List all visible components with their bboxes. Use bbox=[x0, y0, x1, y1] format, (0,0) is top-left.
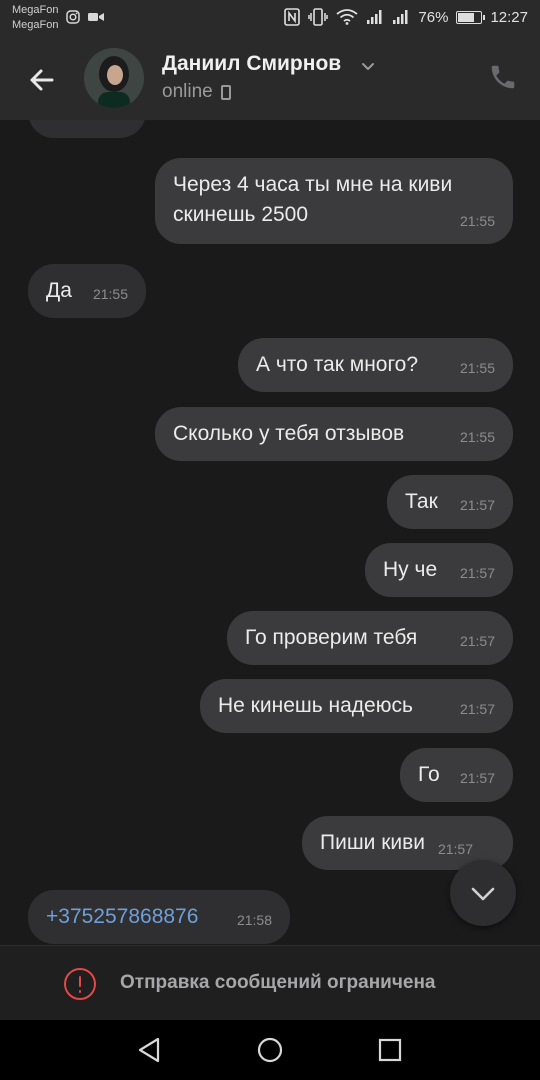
avatar[interactable] bbox=[84, 48, 144, 108]
battery-percent: 76% bbox=[418, 8, 449, 26]
carrier-label-2: MegaFon bbox=[12, 19, 59, 31]
message-bubble-incoming[interactable]: 21:54 bbox=[28, 120, 146, 138]
system-navigation-bar bbox=[0, 1020, 540, 1080]
phone-icon bbox=[491, 65, 515, 89]
message-text: Сколько у тебя отзывов bbox=[173, 422, 405, 445]
status-text: online bbox=[162, 81, 213, 102]
contact-status: online bbox=[162, 81, 231, 103]
message-time: 21:57 bbox=[459, 565, 495, 581]
message-time: 21:54 bbox=[93, 120, 128, 130]
messaging-restricted-bar: Отправка сообщений ограничена bbox=[0, 945, 540, 1020]
message-bubble-outgoing[interactable]: Так 21:57 bbox=[387, 475, 513, 529]
call-button[interactable] bbox=[488, 62, 518, 92]
message-time: 21:57 bbox=[459, 701, 495, 717]
mobile-device-icon bbox=[220, 84, 231, 100]
signal-icon bbox=[393, 10, 408, 24]
message-bubble-incoming[interactable]: +375257868876 21:58 bbox=[28, 890, 290, 944]
battery-icon bbox=[456, 10, 486, 24]
status-bar: MegaFon MegaFon 76% 12:27 bbox=[0, 0, 540, 38]
nav-back-icon[interactable] bbox=[134, 1034, 166, 1066]
carrier-label-1: MegaFon bbox=[12, 4, 59, 16]
message-text: Пиши киви bbox=[320, 831, 426, 854]
back-arrow-icon bbox=[30, 69, 54, 91]
message-time: 21:57 bbox=[459, 633, 495, 649]
phone-number-link[interactable]: +375257868876 bbox=[46, 905, 198, 928]
warning-icon bbox=[64, 968, 96, 1000]
message-text: Так bbox=[405, 490, 438, 513]
message-bubble-outgoing[interactable]: Не кинешь надеюсь 21:57 bbox=[200, 679, 513, 733]
message-list[interactable]: 21:54 Через 4 часа ты мне на киви скинеш… bbox=[0, 120, 540, 945]
message-bubble-outgoing[interactable]: Го проверим тебя 21:57 bbox=[227, 611, 513, 665]
message-text: Через 4 часа ты мне на киви скинешь 2500 bbox=[173, 173, 453, 226]
wifi-icon bbox=[336, 9, 358, 25]
message-time: 21:57 bbox=[459, 497, 495, 513]
nav-home-icon[interactable] bbox=[254, 1034, 286, 1066]
message-text: Ну че bbox=[383, 558, 438, 581]
message-time: 21:57 bbox=[459, 770, 495, 786]
chevron-down-icon bbox=[471, 887, 495, 901]
signal-icon bbox=[367, 10, 382, 24]
message-time: 21:55 bbox=[459, 429, 495, 445]
message-time: 21:55 bbox=[92, 286, 128, 302]
nfc-icon bbox=[284, 8, 301, 26]
message-time: 21:55 bbox=[459, 360, 495, 376]
message-time: 21:58 bbox=[236, 912, 272, 928]
message-bubble-incoming[interactable]: Да 21:55 bbox=[28, 264, 146, 318]
scroll-down-button[interactable] bbox=[450, 860, 516, 926]
message-text: Го bbox=[418, 763, 440, 786]
chevron-down-icon[interactable] bbox=[360, 58, 376, 74]
message-time: 21:55 bbox=[459, 213, 495, 229]
clock: 12:27 bbox=[490, 8, 528, 26]
vibrate-icon bbox=[308, 8, 329, 26]
message-bubble-outgoing[interactable]: Ну че 21:57 bbox=[365, 543, 513, 597]
message-text: Го проверим тебя bbox=[245, 626, 418, 649]
carrier-labels: MegaFon MegaFon bbox=[12, 3, 58, 33]
message-bubble-outgoing[interactable]: Сколько у тебя отзывов 21:55 bbox=[155, 407, 513, 461]
video-icon bbox=[88, 13, 104, 21]
message-text: Да bbox=[46, 279, 72, 302]
restriction-notice: Отправка сообщений ограничена bbox=[120, 972, 436, 993]
nav-recents-icon[interactable] bbox=[374, 1034, 406, 1066]
message-bubble-outgoing[interactable]: Через 4 часа ты мне на киви скинешь 2500… bbox=[155, 158, 513, 244]
message-text: А что так много? bbox=[256, 353, 419, 376]
instagram-icon bbox=[66, 10, 80, 24]
contact-name[interactable]: Даниил Смирнов bbox=[162, 52, 341, 76]
chat-header: Даниил Смирнов online bbox=[0, 38, 540, 120]
message-bubble-outgoing[interactable]: Го 21:57 bbox=[400, 748, 513, 802]
message-bubble-outgoing[interactable]: А что так много? 21:55 bbox=[238, 338, 513, 392]
back-button[interactable] bbox=[22, 60, 62, 100]
message-text: Не кинешь надеюсь bbox=[218, 694, 413, 717]
